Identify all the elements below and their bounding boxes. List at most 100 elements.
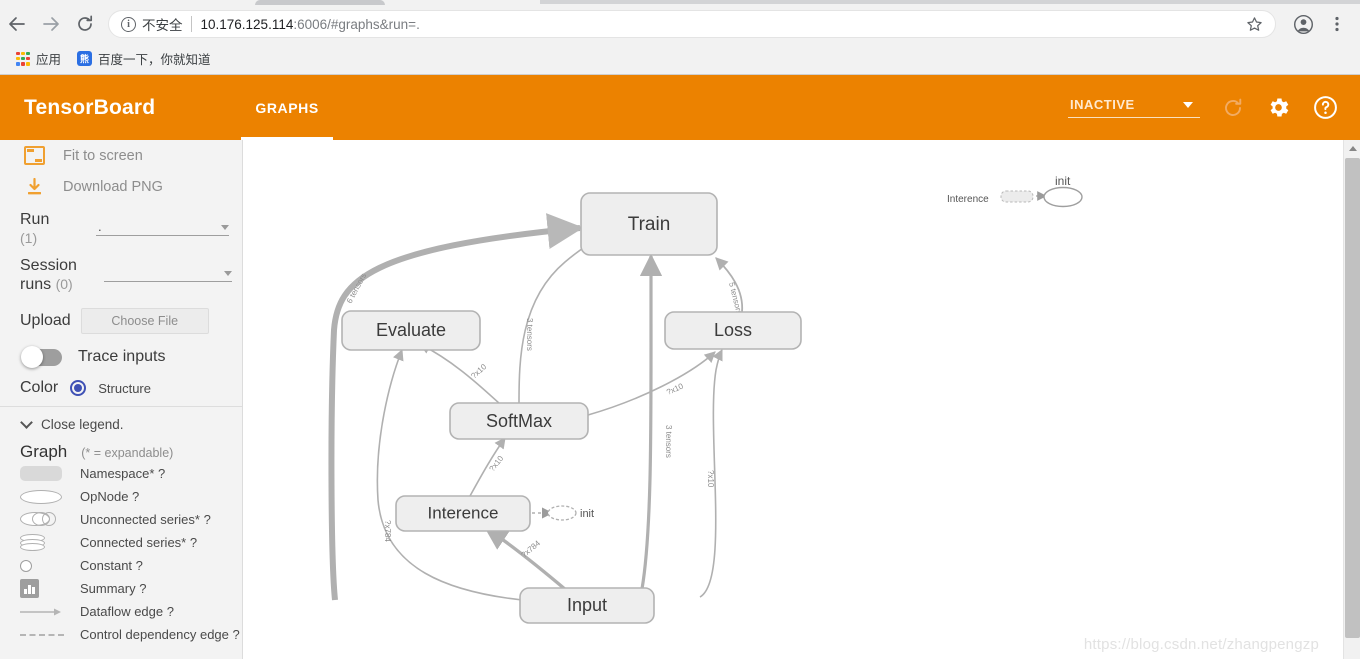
gear-icon[interactable] — [1266, 95, 1291, 120]
header-controls: INACTIVE — [1068, 95, 1360, 120]
choose-file-button[interactable]: Choose File — [81, 308, 209, 334]
graph-node-input-label: Input — [567, 595, 607, 615]
graph-node-init[interactable]: init — [548, 506, 594, 520]
reload-icon[interactable] — [1222, 97, 1244, 119]
trace-inputs-label: Trace inputs — [78, 348, 165, 366]
graph-node-evaluate[interactable]: Evaluate — [342, 311, 480, 350]
graph-node-train-label: Train — [628, 214, 671, 235]
dataflow-edge-swatch — [20, 607, 64, 617]
legend-item-unconnected-series: Unconnected series* ? — [0, 508, 242, 531]
fit-to-screen-button[interactable]: Fit to screen — [0, 140, 242, 171]
omnibox-divider — [191, 16, 192, 32]
trace-inputs-row: Trace inputs — [0, 348, 242, 366]
trace-inputs-toggle[interactable] — [22, 349, 62, 366]
edge-label-input-loss: ?x10 — [706, 470, 715, 488]
left-sidebar: Fit to screen Download PNG Run (1) . Ses… — [0, 140, 243, 659]
edge-input-interence — [486, 528, 566, 590]
color-row: Color Structure — [0, 379, 242, 407]
browser-chrome: i 不安全 10.176.125.114:6006/#graphs&run=. — [0, 0, 1360, 75]
graph-node-evaluate-label: Evaluate — [376, 320, 446, 340]
tab-graphs[interactable]: GRAPHS — [241, 75, 333, 140]
legend-label-connected-series[interactable]: Connected series* ? — [80, 535, 197, 550]
graph-node-init-label: init — [580, 508, 594, 520]
edge-softmax-evaluate — [420, 344, 500, 404]
status-dropdown[interactable]: INACTIVE — [1068, 97, 1200, 118]
unconnected-series-swatch — [20, 512, 64, 527]
run-row: Run (1) . — [0, 210, 242, 248]
edge-label-3-tensors-input: 3 tensors — [664, 425, 673, 458]
aux-init-label: init — [1055, 174, 1071, 188]
graph-node-softmax[interactable]: SoftMax — [450, 403, 588, 439]
kebab-menu-icon[interactable] — [1320, 7, 1354, 41]
chevron-down-icon — [221, 225, 229, 230]
help-circle-icon[interactable] — [1313, 95, 1338, 120]
graph-node-train[interactable]: Train — [581, 193, 717, 255]
browser-nav-row: i 不安全 10.176.125.114:6006/#graphs&run=. — [0, 5, 1360, 43]
legend-item-summary: Summary ? — [0, 577, 242, 600]
forward-arrow-icon[interactable] — [34, 7, 68, 41]
download-png-button[interactable]: Download PNG — [0, 171, 242, 202]
graph-node-loss[interactable]: Loss — [665, 312, 801, 349]
constant-swatch — [20, 560, 64, 572]
legend-label-summary[interactable]: Summary ? — [80, 581, 146, 596]
bookmark-apps[interactable]: 应用 — [8, 47, 69, 71]
legend-label-constant[interactable]: Constant ? — [80, 558, 143, 573]
legend-item-opnode: OpNode ? — [0, 485, 242, 508]
scroll-up-arrow-icon[interactable] — [1344, 140, 1360, 157]
session-runs-count: (0) — [56, 276, 73, 292]
bookmark-baidu[interactable]: 熊 百度一下，你就知道 — [69, 47, 219, 71]
info-icon[interactable]: i — [121, 17, 136, 32]
download-png-icon — [24, 178, 45, 196]
app-title: TensorBoard — [24, 96, 155, 120]
graph-node-interence-label: Interence — [428, 503, 499, 522]
vertical-scrollbar[interactable] — [1343, 140, 1360, 659]
upload-row: Upload Choose File — [0, 308, 242, 334]
tab-bar: GRAPHS — [241, 75, 333, 140]
graph-node-loss-label: Loss — [714, 320, 752, 340]
legend-item-control-dependency-edge: Control dependency edge ? — [0, 623, 242, 646]
edge-label-3-tensors-softmax: 3 tensors — [525, 318, 534, 351]
fit-to-screen-icon — [24, 146, 45, 165]
radio-structure[interactable] — [70, 380, 86, 396]
watermark: https://blog.csdn.net/zhangpengzp — [1084, 636, 1319, 653]
baidu-icon: 熊 — [77, 51, 92, 66]
apps-grid-icon — [16, 52, 30, 66]
edge-input-train — [642, 256, 651, 589]
legend-header: Graph (* = expandable) — [0, 442, 242, 462]
legend-label-dataflow-edge[interactable]: Dataflow edge ? — [80, 604, 174, 619]
run-label: Run (1) — [20, 210, 96, 248]
scrollbar-thumb[interactable] — [1345, 158, 1360, 638]
legend-label-opnode[interactable]: OpNode ? — [80, 489, 139, 504]
back-arrow-icon[interactable] — [0, 7, 34, 41]
profile-icon[interactable] — [1286, 7, 1320, 41]
not-secure-label: 不安全 — [142, 14, 183, 34]
reload-icon[interactable] — [68, 7, 102, 41]
address-bar[interactable]: i 不安全 10.176.125.114:6006/#graphs&run=. — [108, 10, 1276, 38]
legend-item-dataflow-edge: Dataflow edge ? — [0, 600, 242, 623]
aux-subgraph[interactable]: Interence init — [947, 174, 1082, 207]
legend-label-unconnected-series[interactable]: Unconnected series* ? — [80, 512, 211, 527]
legend-hint: (* = expandable) — [81, 446, 173, 460]
legend-label-control-dependency-edge[interactable]: Control dependency edge ? — [80, 627, 240, 642]
legend-item-connected-series: Connected series* ? — [0, 531, 242, 554]
run-dropdown[interactable]: . — [96, 214, 229, 236]
graph-node-interence[interactable]: Interence — [396, 496, 530, 531]
legend-label-namespace[interactable]: Namespace* ? — [80, 466, 165, 481]
legend-item-namespace: Namespace* ? — [0, 462, 242, 485]
chevron-down-icon — [20, 416, 33, 429]
star-icon[interactable] — [1246, 16, 1263, 33]
download-png-label: Download PNG — [63, 179, 163, 195]
edge-input-evaluate — [377, 350, 522, 600]
opnode-swatch — [20, 490, 64, 504]
graph-node-input[interactable]: Input — [520, 588, 654, 623]
graph-canvas[interactable]: 6 tensors 3 tensors 5 tensors 3 tensors … — [243, 140, 1343, 659]
session-runs-dropdown[interactable] — [104, 260, 232, 282]
bookmark-apps-label: 应用 — [36, 49, 61, 68]
close-legend-button[interactable]: Close legend. — [0, 417, 242, 432]
connected-series-swatch — [20, 534, 64, 551]
run-label-text: Run — [20, 211, 49, 228]
chevron-down-icon — [1183, 102, 1193, 108]
legend-item-constant: Constant ? — [0, 554, 242, 577]
graph-svg[interactable]: 6 tensors 3 tensors 5 tensors 3 tensors … — [243, 140, 1343, 659]
summary-swatch — [20, 579, 64, 598]
